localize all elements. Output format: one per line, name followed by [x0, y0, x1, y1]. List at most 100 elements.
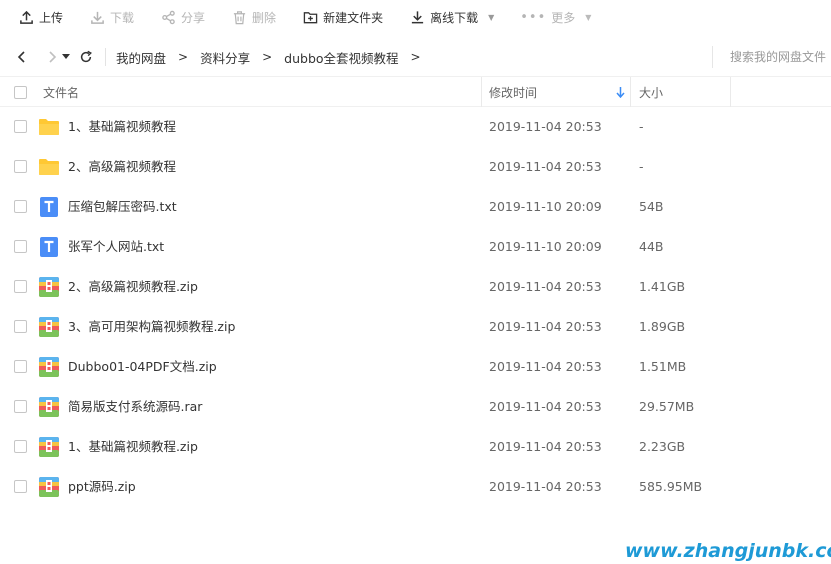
- file-modified: 2019-11-04 20:53: [489, 319, 602, 334]
- file-size: 2.23GB: [639, 439, 686, 454]
- upload-button[interactable]: 上传: [18, 0, 63, 34]
- back-arrow-icon[interactable]: [11, 46, 33, 68]
- file-size: 1.89GB: [639, 319, 686, 334]
- upload-icon: [18, 9, 34, 25]
- column-divider[interactable]: [481, 77, 482, 107]
- delete-button[interactable]: 删除: [231, 0, 276, 34]
- chevron-down-icon[interactable]: ▼: [488, 13, 494, 22]
- offline-download-label: 离线下载: [430, 10, 479, 25]
- history-dropdown-icon[interactable]: [61, 46, 71, 68]
- file-modified: 2019-11-04 20:53: [489, 279, 602, 294]
- text-file-icon: [38, 196, 60, 218]
- file-name[interactable]: ppt源码.zip: [68, 467, 136, 507]
- column-divider[interactable]: [730, 77, 731, 107]
- archive-file-icon: [38, 396, 60, 418]
- file-modified: 2019-11-04 20:53: [489, 439, 602, 454]
- navigation-bar: 我的网盘 > 资料分享 > dubbo全套视频教程 >: [0, 38, 831, 76]
- download-button[interactable]: 下载: [89, 0, 134, 34]
- row-checkbox[interactable]: [14, 360, 27, 373]
- toolbar: 上传 下载 分享 删除 新建文件夹 离线下载 ▼ ••• 更多 ▼: [0, 0, 831, 34]
- file-modified: 2019-11-04 20:53: [489, 359, 602, 374]
- row-checkbox[interactable]: [14, 160, 27, 173]
- file-size: -: [639, 159, 644, 174]
- row-checkbox[interactable]: [14, 320, 27, 333]
- delete-label: 删除: [252, 10, 277, 25]
- watermark-text: www.zhangjunbk.com: [625, 540, 831, 562]
- chevron-right-icon: >: [262, 50, 273, 64]
- row-checkbox[interactable]: [14, 120, 27, 133]
- more-dots-icon: •••: [520, 9, 547, 25]
- list-item[interactable]: 1、基础篇视频教程.zip 2019-11-04 20:53 2.23GB: [0, 427, 831, 467]
- forward-arrow-icon[interactable]: [41, 46, 63, 68]
- list-item[interactable]: Dubbo01-04PDF文档.zip 2019-11-04 20:53 1.5…: [0, 347, 831, 387]
- file-list-header: 文件名 修改时间 大小: [0, 76, 831, 107]
- breadcrumb-item-shared-materials[interactable]: 资料分享: [200, 48, 250, 67]
- offline-download-button[interactable]: 离线下载 ▼: [409, 0, 494, 34]
- select-all-checkbox[interactable]: [14, 85, 27, 99]
- sort-desc-arrow-icon[interactable]: [616, 77, 625, 107]
- column-divider[interactable]: [630, 77, 631, 107]
- row-checkbox[interactable]: [14, 400, 27, 413]
- archive-file-icon: [38, 356, 60, 378]
- refresh-icon[interactable]: [75, 46, 97, 68]
- search-input[interactable]: [730, 50, 831, 64]
- file-size: 585.95MB: [639, 479, 703, 494]
- text-file-icon: [38, 236, 60, 258]
- row-checkbox[interactable]: [14, 200, 27, 213]
- file-size: 1.41GB: [639, 279, 686, 294]
- breadcrumb-item-current-folder[interactable]: dubbo全套视频教程: [284, 48, 398, 67]
- file-size: 44B: [639, 239, 664, 254]
- download-label: 下载: [110, 10, 135, 25]
- chevron-right-icon[interactable]: >: [411, 50, 421, 64]
- column-header-modified[interactable]: 修改时间: [489, 77, 537, 107]
- share-icon: [160, 9, 176, 25]
- file-name[interactable]: 张军个人网站.txt: [68, 227, 164, 267]
- file-modified: 2019-11-04 20:53: [489, 119, 602, 134]
- list-item[interactable]: 2、高级篇视频教程 2019-11-04 20:53 -: [0, 147, 831, 187]
- column-header-size[interactable]: 大小: [639, 77, 663, 107]
- row-checkbox[interactable]: [14, 440, 27, 453]
- file-name[interactable]: 1、基础篇视频教程.zip: [68, 427, 198, 467]
- share-label: 分享: [181, 10, 206, 25]
- share-button[interactable]: 分享: [160, 0, 205, 34]
- file-name[interactable]: 压缩包解压密码.txt: [68, 187, 177, 227]
- list-item[interactable]: 1、基础篇视频教程 2019-11-04 20:53 -: [0, 107, 831, 147]
- folder-icon: [38, 116, 60, 138]
- row-checkbox[interactable]: [14, 240, 27, 253]
- file-modified: 2019-11-10 20:09: [489, 239, 602, 254]
- offline-download-icon: [409, 9, 425, 25]
- file-size: 29.57MB: [639, 399, 695, 414]
- archive-file-icon: [38, 276, 60, 298]
- upload-label: 上传: [39, 10, 64, 25]
- list-item[interactable]: 压缩包解压密码.txt 2019-11-10 20:09 54B: [0, 187, 831, 227]
- file-name[interactable]: Dubbo01-04PDF文档.zip: [68, 347, 217, 387]
- file-name[interactable]: 1、基础篇视频教程: [68, 107, 176, 147]
- list-item[interactable]: 3、高可用架构篇视频教程.zip 2019-11-04 20:53 1.89GB: [0, 307, 831, 347]
- select-all-checkbox-cell: [14, 77, 27, 107]
- file-name[interactable]: 3、高可用架构篇视频教程.zip: [68, 307, 235, 347]
- chevron-down-icon[interactable]: ▼: [585, 13, 591, 22]
- breadcrumb-item-my-drive[interactable]: 我的网盘: [116, 48, 166, 67]
- folder-icon: [38, 156, 60, 178]
- list-item[interactable]: ppt源码.zip 2019-11-04 20:53 585.95MB: [0, 467, 831, 507]
- more-button[interactable]: ••• 更多 ▼: [520, 0, 591, 34]
- list-item[interactable]: 张军个人网站.txt 2019-11-10 20:09 44B: [0, 227, 831, 267]
- list-item[interactable]: 简易版支付系统源码.rar 2019-11-04 20:53 29.57MB: [0, 387, 831, 427]
- new-folder-label: 新建文件夹: [323, 10, 384, 25]
- download-icon: [89, 9, 105, 25]
- new-folder-icon: [302, 9, 318, 25]
- file-modified: 2019-11-04 20:53: [489, 159, 602, 174]
- file-size: 54B: [639, 199, 664, 214]
- file-modified: 2019-11-10 20:09: [489, 199, 602, 214]
- row-checkbox[interactable]: [14, 280, 27, 293]
- new-folder-button[interactable]: 新建文件夹: [302, 0, 383, 34]
- file-name[interactable]: 2、高级篇视频教程.zip: [68, 267, 198, 307]
- search-box: [712, 46, 831, 68]
- row-checkbox[interactable]: [14, 480, 27, 493]
- column-header-name[interactable]: 文件名: [43, 77, 79, 107]
- list-item[interactable]: 2、高级篇视频教程.zip 2019-11-04 20:53 1.41GB: [0, 267, 831, 307]
- file-name[interactable]: 2、高级篇视频教程: [68, 147, 176, 187]
- file-modified: 2019-11-04 20:53: [489, 479, 602, 494]
- file-name[interactable]: 简易版支付系统源码.rar: [68, 387, 202, 427]
- chevron-right-icon: >: [178, 50, 189, 64]
